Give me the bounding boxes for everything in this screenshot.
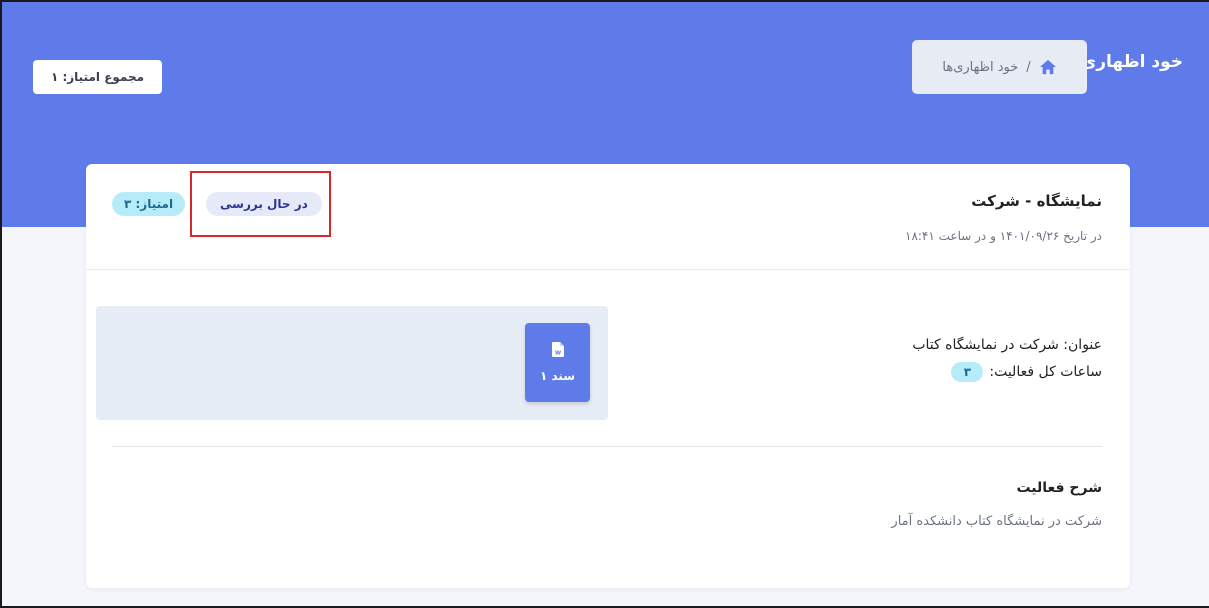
hours-badge: ۳ (951, 362, 984, 382)
score-badge: امتیاز: ۳ (112, 192, 186, 216)
breadcrumb-current: خود اظهاری‌ها (942, 59, 1019, 75)
activity-hours: ساعات کل فعالیت: ۳ (951, 362, 1102, 382)
breadcrumb-separator: / (1026, 59, 1031, 75)
total-score-button[interactable]: مجموع امتیاز: ۱ (33, 60, 162, 94)
card-title: نمایشگاه - شرکت (971, 192, 1102, 210)
description-heading: شرح فعالیت (1016, 480, 1102, 496)
card-date: در تاریخ ۱۴۰۱/۰۹/۲۶ و در ساعت ۱۸:۴۱ (905, 229, 1102, 243)
word-document-icon: W (551, 342, 564, 357)
description-text: شرکت در نمایشگاه کتاب دانشکده آمار (891, 514, 1102, 529)
attachments-panel: W سند ۱ (96, 306, 608, 420)
home-icon[interactable] (1039, 59, 1057, 75)
self-declaration-card: نمایشگاه - شرکت در تاریخ ۱۴۰۱/۰۹/۲۶ و در… (86, 164, 1130, 588)
divider (112, 446, 1102, 447)
app-frame: خود اظهاری‌ها / خود اظهاری‌ها مجموع امتی… (0, 0, 1209, 608)
divider (86, 269, 1130, 270)
highlight-annotation (190, 171, 331, 237)
breadcrumb: / خود اظهاری‌ها (912, 40, 1087, 94)
document-button[interactable]: W سند ۱ (525, 323, 590, 402)
activity-title: عنوان: شرکت در نمایشگاه کتاب (912, 337, 1102, 353)
hours-label: ساعات کل فعالیت: (989, 364, 1102, 380)
document-label: سند ۱ (539, 369, 576, 383)
svg-text:W: W (554, 351, 560, 357)
